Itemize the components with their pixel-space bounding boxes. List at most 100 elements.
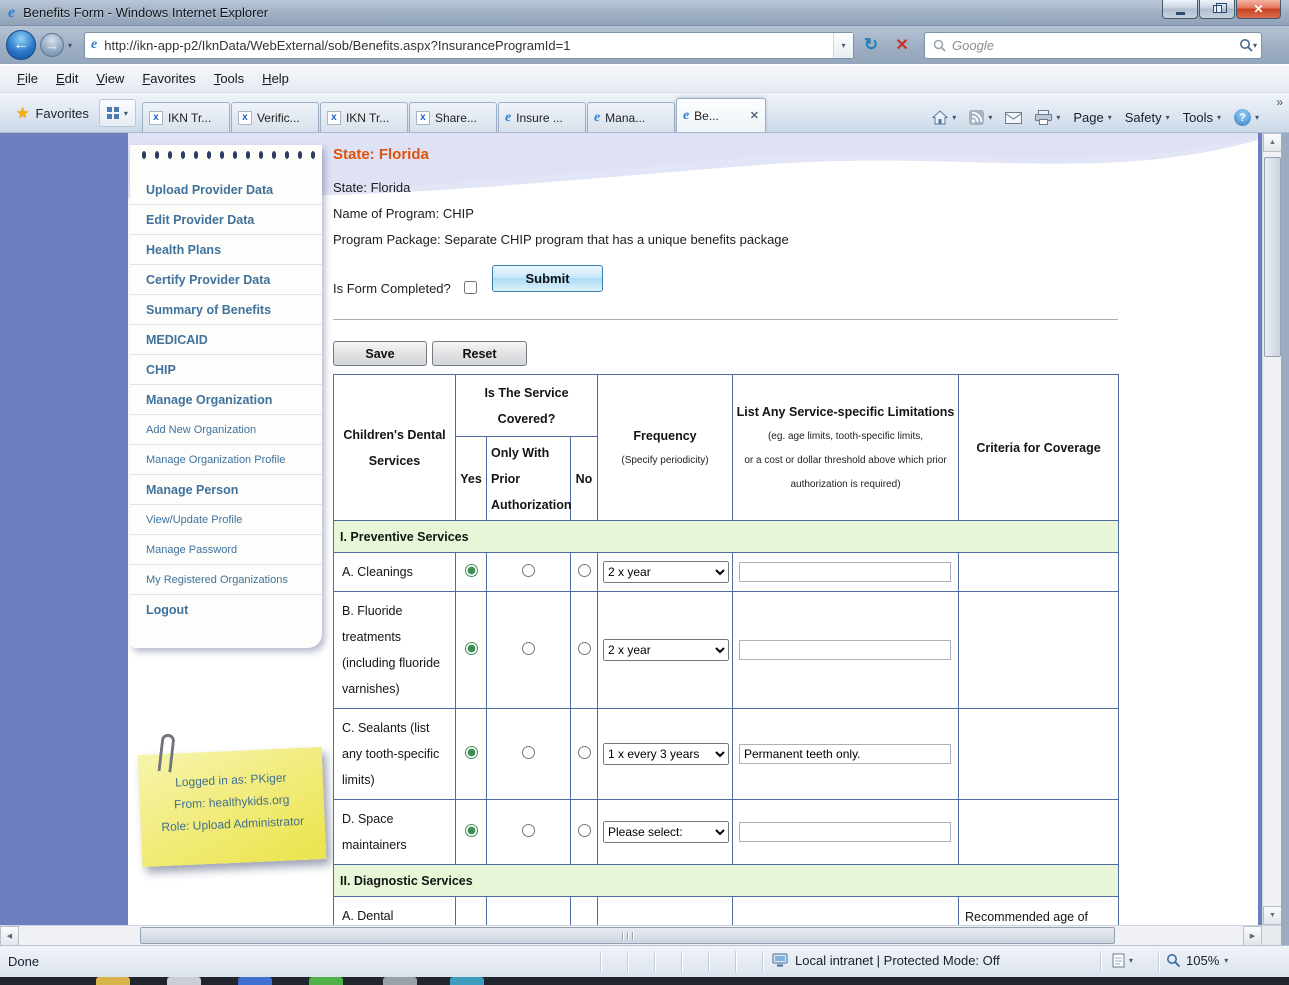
sidebar-item-view-update-profile[interactable]: View/Update Profile bbox=[130, 505, 322, 535]
taskbar-icon[interactable] bbox=[167, 977, 201, 985]
search-box[interactable]: Google ▾ bbox=[924, 32, 1262, 59]
covered-no-radio[interactable] bbox=[578, 746, 591, 759]
horizontal-scrollbar-thumb[interactable] bbox=[140, 927, 1115, 944]
covered-prior-radio[interactable] bbox=[522, 642, 535, 655]
minimize-button[interactable] bbox=[1162, 0, 1198, 19]
limitations-input[interactable] bbox=[739, 562, 951, 582]
forward-button[interactable]: → bbox=[40, 33, 64, 57]
help-menu-button[interactable]: ?▾ bbox=[1234, 109, 1259, 126]
taskbar-icon[interactable] bbox=[238, 977, 272, 985]
frequency-select[interactable]: 2 x year bbox=[603, 639, 729, 661]
tab-active[interactable]: eBe...✕ bbox=[676, 98, 766, 132]
sidebar-item-chip[interactable]: CHIP bbox=[130, 355, 322, 385]
read-mail-button[interactable] bbox=[1005, 112, 1022, 124]
search-placeholder[interactable]: Google bbox=[952, 38, 1239, 53]
frequency-select[interactable]: Please select: bbox=[603, 821, 729, 843]
section-preventive: I. Preventive Services bbox=[334, 521, 1119, 553]
sidebar-item-manage-person[interactable]: Manage Person bbox=[130, 475, 322, 505]
page-menu-button[interactable]: Page▾ bbox=[1073, 110, 1111, 125]
limitations-input[interactable] bbox=[739, 744, 951, 764]
restore-button[interactable] bbox=[1199, 0, 1235, 19]
feeds-button[interactable]: ▾ bbox=[969, 110, 992, 125]
scroll-left-icon[interactable]: ◀ bbox=[0, 926, 19, 946]
stop-button[interactable]: ✕ bbox=[888, 31, 916, 59]
sidebar-item-medicaid[interactable]: MEDICAID bbox=[130, 325, 322, 355]
covered-prior-radio[interactable] bbox=[522, 746, 535, 759]
is-form-completed-checkbox[interactable] bbox=[464, 281, 477, 294]
covered-yes-radio[interactable] bbox=[465, 824, 478, 837]
covered-no-radio[interactable] bbox=[578, 564, 591, 577]
tab-4[interactable]: xShare... bbox=[409, 102, 497, 132]
home-button[interactable]: ▾ bbox=[932, 110, 956, 125]
menu-view[interactable]: View bbox=[87, 67, 133, 90]
sidebar-item-logout[interactable]: Logout bbox=[130, 595, 322, 624]
covered-yes-radio[interactable] bbox=[465, 564, 478, 577]
toolbar-overflow-icon[interactable]: » bbox=[1276, 95, 1283, 109]
search-go-icon[interactable] bbox=[1239, 38, 1253, 52]
service-name: A. Cleanings bbox=[334, 553, 456, 592]
taskbar-icon[interactable] bbox=[309, 977, 343, 985]
limitations-input[interactable] bbox=[739, 640, 951, 660]
windows-taskbar[interactable] bbox=[0, 977, 1289, 985]
scroll-down-icon[interactable]: ▼ bbox=[1263, 906, 1282, 925]
sidebar-item-health-plans[interactable]: Health Plans bbox=[130, 235, 322, 265]
covered-yes-radio[interactable] bbox=[465, 746, 478, 759]
status-page-mode[interactable]: ▾ bbox=[1112, 953, 1133, 968]
url-dropdown-icon[interactable]: ▾ bbox=[833, 33, 853, 58]
refresh-button[interactable]: ↻ bbox=[857, 31, 885, 59]
tab-bar: ★ Favorites ▾ xIKN Tr... xVerific... xIK… bbox=[0, 93, 1289, 133]
submit-button[interactable]: Submit bbox=[492, 265, 603, 292]
tab-close-icon[interactable]: ✕ bbox=[750, 109, 759, 122]
reset-button[interactable]: Reset bbox=[432, 341, 527, 366]
frequency-select[interactable]: 1 x every 3 years bbox=[603, 743, 729, 765]
sidebar-item-manage-password[interactable]: Manage Password bbox=[130, 535, 322, 565]
menu-favorites[interactable]: Favorites bbox=[133, 67, 204, 90]
menu-edit[interactable]: Edit bbox=[47, 67, 87, 90]
taskbar-icon[interactable] bbox=[383, 977, 417, 985]
horizontal-scrollbar[interactable]: ◀ ▶ bbox=[0, 925, 1262, 945]
sidebar-item-certify-provider-data[interactable]: Certify Provider Data bbox=[130, 265, 322, 295]
tools-menu-button[interactable]: Tools▾ bbox=[1183, 110, 1221, 125]
tab-1[interactable]: xIKN Tr... bbox=[142, 102, 230, 132]
safety-menu-button[interactable]: Safety▾ bbox=[1125, 110, 1170, 125]
tab-5[interactable]: eInsure ... bbox=[498, 102, 586, 132]
limitations-input[interactable] bbox=[739, 822, 951, 842]
zoom-icon bbox=[1166, 953, 1181, 968]
sidebar-item-edit-provider-data[interactable]: Edit Provider Data bbox=[130, 205, 322, 235]
favorites-button[interactable]: ★ Favorites bbox=[6, 99, 99, 127]
vertical-scrollbar-thumb[interactable] bbox=[1264, 157, 1281, 357]
url-text[interactable]: http://ikn-app-p2/IknData/WebExternal/so… bbox=[104, 38, 833, 53]
sidebar-item-manage-organization-profile[interactable]: Manage Organization Profile bbox=[130, 445, 322, 475]
menu-file[interactable]: File bbox=[8, 67, 47, 90]
tab-6[interactable]: eMana... bbox=[587, 102, 675, 132]
sidebar-item-add-new-organization[interactable]: Add New Organization bbox=[130, 415, 322, 445]
quick-tabs-button[interactable]: ▾ bbox=[99, 99, 136, 127]
sidebar-item-manage-organization[interactable]: Manage Organization bbox=[130, 385, 322, 415]
url-field[interactable]: e http://ikn-app-p2/IknData/WebExternal/… bbox=[84, 32, 854, 59]
search-options-chevron-icon[interactable]: ▾ bbox=[1253, 41, 1257, 50]
menu-tools[interactable]: Tools bbox=[205, 67, 253, 90]
covered-no-radio[interactable] bbox=[578, 642, 591, 655]
covered-yes-radio[interactable] bbox=[465, 642, 478, 655]
menu-help[interactable]: Help bbox=[253, 67, 298, 90]
taskbar-icon[interactable] bbox=[450, 977, 484, 985]
frequency-select[interactable]: 2 x year bbox=[603, 561, 729, 583]
save-button[interactable]: Save bbox=[333, 341, 427, 366]
close-button[interactable]: ✕ bbox=[1236, 0, 1281, 19]
sidebar-item-upload-provider-data[interactable]: Upload Provider Data bbox=[130, 175, 322, 205]
sidebar-item-summary-of-benefits[interactable]: Summary of Benefits bbox=[130, 295, 322, 325]
taskbar-icon[interactable] bbox=[96, 977, 130, 985]
scroll-up-icon[interactable]: ▲ bbox=[1263, 133, 1282, 152]
scroll-right-icon[interactable]: ▶ bbox=[1243, 926, 1262, 946]
covered-prior-radio[interactable] bbox=[522, 824, 535, 837]
tab-3[interactable]: xIKN Tr... bbox=[320, 102, 408, 132]
vertical-scrollbar[interactable]: ▲ ▼ bbox=[1262, 133, 1281, 925]
zoom-control[interactable]: 105% ▾ bbox=[1166, 953, 1228, 968]
sidebar-item-my-registered-organizations[interactable]: My Registered Organizations bbox=[130, 565, 322, 595]
back-button[interactable]: ← bbox=[6, 30, 36, 60]
covered-prior-radio[interactable] bbox=[522, 564, 535, 577]
recent-pages-chevron-icon[interactable]: ▾ bbox=[68, 41, 72, 50]
tab-2[interactable]: xVerific... bbox=[231, 102, 319, 132]
covered-no-radio[interactable] bbox=[578, 824, 591, 837]
print-button[interactable]: ▾ bbox=[1035, 110, 1060, 125]
